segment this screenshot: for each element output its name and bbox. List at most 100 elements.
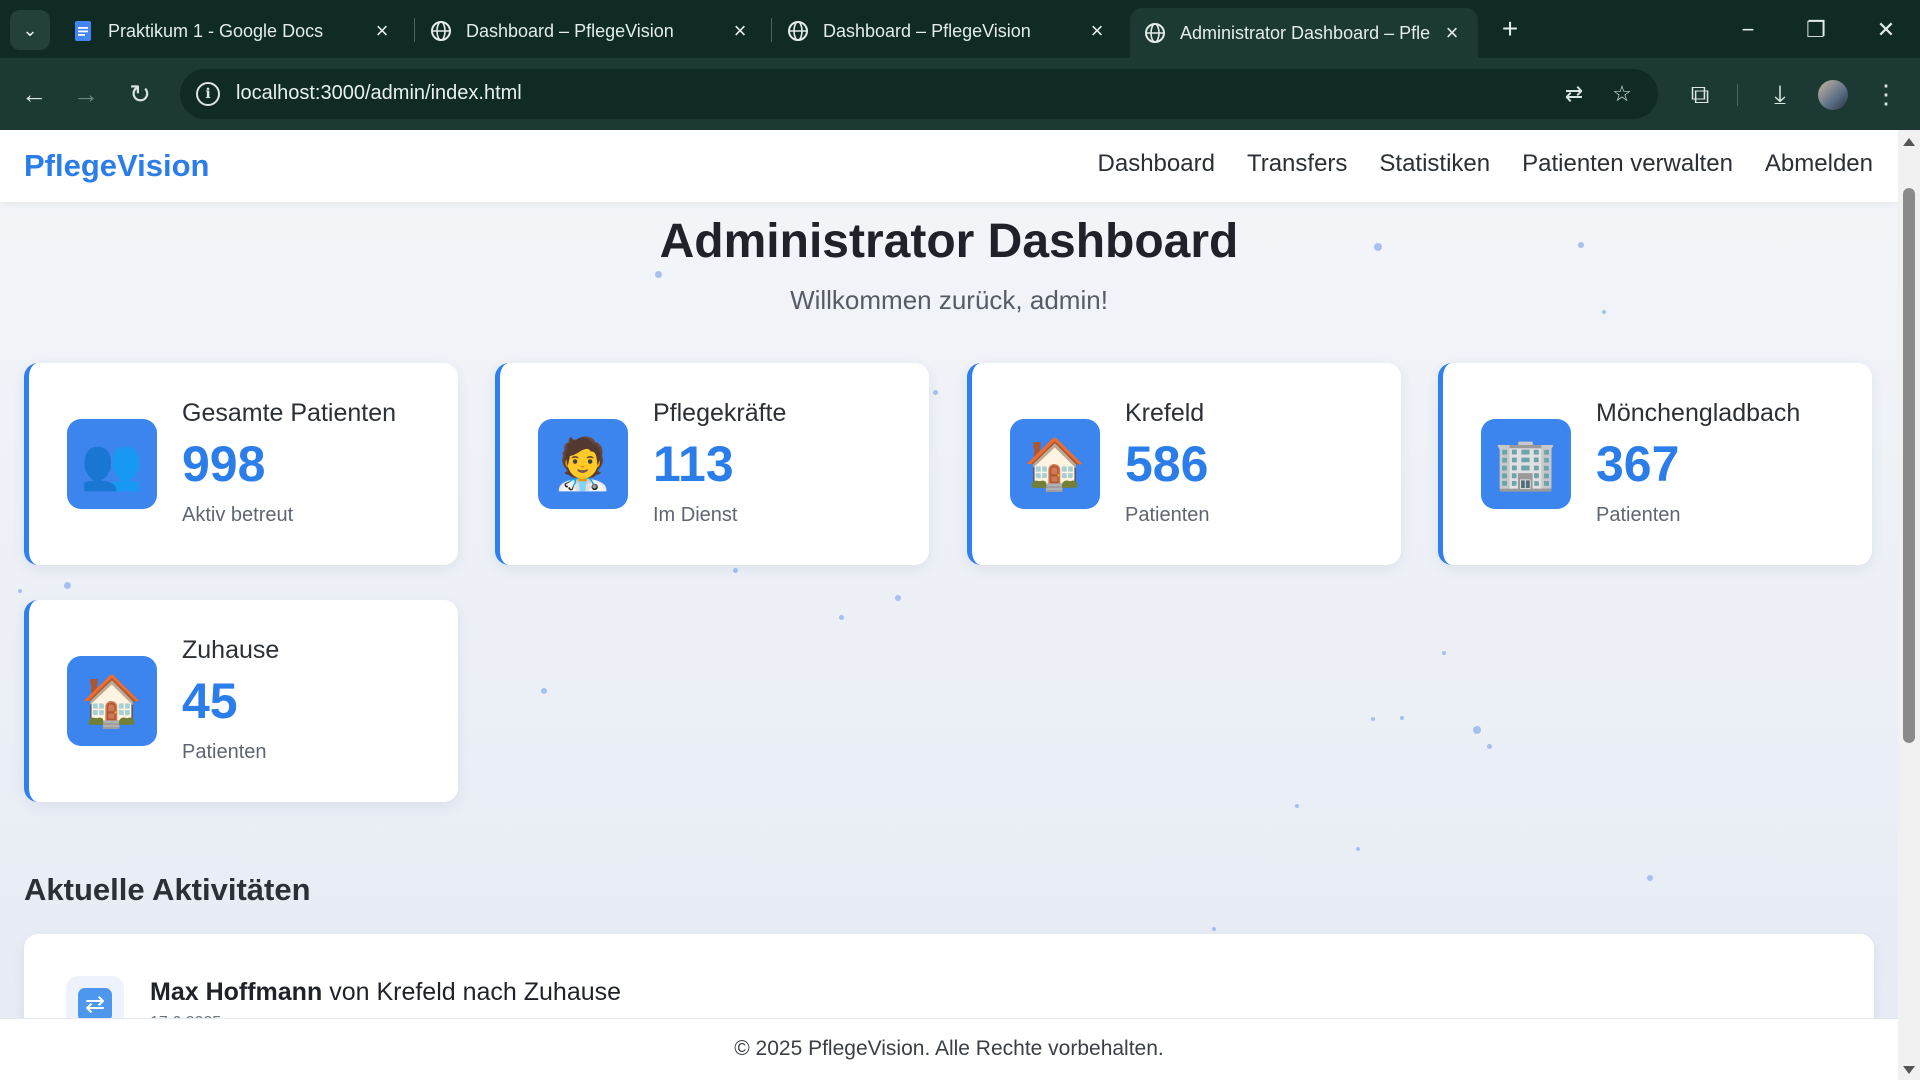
- stat-card-krefeld: 🏠 Krefeld 586 Patienten: [967, 363, 1401, 565]
- tab-divider: [414, 18, 415, 42]
- bookmark-star-icon[interactable]: ☆: [1608, 80, 1636, 108]
- site-navbar: PflegeVision Dashboard Transfers Statist…: [0, 130, 1898, 202]
- globe-icon: [788, 21, 808, 41]
- tab-search-chevron-icon[interactable]: ⌄: [10, 10, 50, 50]
- close-tab-icon[interactable]: ×: [728, 18, 752, 44]
- stat-card-pflegekraefte: 🧑‍⚕️ Pflegekräfte 113 Im Dienst: [495, 363, 929, 565]
- stat-subtext: Patienten: [182, 741, 267, 763]
- decorative-dot: [1371, 717, 1375, 721]
- scrollbar-thumb[interactable]: [1903, 188, 1915, 743]
- translate-icon[interactable]: ⇄: [1560, 80, 1588, 108]
- stat-subtext: Patienten: [1596, 504, 1681, 526]
- tab-title: Dashboard – PflegeVision: [466, 20, 674, 41]
- close-window-icon[interactable]: ✕: [1866, 12, 1906, 48]
- download-icon[interactable]: ⤓: [1762, 76, 1798, 112]
- stat-value: 586: [1125, 436, 1209, 492]
- tab-title: Dashboard – PflegeVision: [823, 20, 1031, 41]
- new-tab-plus-icon[interactable]: +: [1494, 14, 1526, 46]
- page-viewport: PflegeVision Dashboard Transfers Statist…: [0, 130, 1898, 1080]
- page-footer: © 2025 PflegeVision. Alle Rechte vorbeha…: [0, 1018, 1898, 1080]
- decorative-dot: [1295, 804, 1299, 808]
- browser-tab-dashboard-2[interactable]: Dashboard – PflegeVision ×: [773, 8, 1123, 54]
- extensions-puzzle-icon[interactable]: ⧉: [1682, 76, 1718, 112]
- browser-toolbar: ← → ↻ i localhost:3000/admin/index.html …: [0, 58, 1920, 130]
- office-building-icon: 🏢: [1481, 419, 1571, 509]
- decorative-dot: [64, 582, 71, 589]
- browser-tab-admin-dashboard[interactable]: Administrator Dashboard – Pfle ×: [1130, 8, 1478, 58]
- tab-divider: [771, 18, 772, 42]
- google-docs-icon: [75, 21, 91, 41]
- browser-tabstrip: ⌄ Praktikum 1 - Google Docs × Dashboard …: [0, 0, 1920, 58]
- more-menu-icon[interactable]: ⋮: [1868, 76, 1904, 112]
- scroll-up-arrow-icon[interactable]: [1903, 138, 1915, 146]
- activity-description: von Krefeld nach Zuhause: [329, 978, 622, 1006]
- stat-value: 998: [182, 436, 266, 492]
- decorative-dot: [933, 390, 938, 395]
- restore-icon[interactable]: ❐: [1796, 12, 1836, 48]
- nav-link-patienten-verwalten[interactable]: Patienten verwalten: [1522, 150, 1733, 178]
- minimize-icon[interactable]: −: [1728, 12, 1768, 48]
- stat-label: Zuhause: [182, 636, 280, 664]
- address-bar[interactable]: i localhost:3000/admin/index.html ⇄ ☆: [180, 69, 1658, 119]
- globe-icon: [1145, 23, 1165, 43]
- decorative-dot: [1442, 651, 1446, 655]
- address-url[interactable]: localhost:3000/admin/index.html: [236, 82, 522, 105]
- decorative-dot: [1356, 847, 1360, 851]
- nav-links: Dashboard Transfers Statistiken Patiente…: [1098, 150, 1873, 178]
- stat-label: Mönchengladbach: [1596, 399, 1801, 427]
- close-tab-icon[interactable]: ×: [370, 18, 394, 44]
- transfer-arrows-icon: ⇄: [78, 988, 112, 1022]
- page-scrollbar[interactable]: [1898, 130, 1920, 1080]
- stat-card-gesamte-patienten: 👥 Gesamte Patienten 998 Aktiv betreut: [24, 363, 458, 565]
- decorative-dot: [1473, 726, 1481, 734]
- stat-label: Krefeld: [1125, 399, 1205, 427]
- house-icon: 🏠: [1010, 419, 1100, 509]
- decorative-dot: [1400, 716, 1404, 720]
- health-worker-icon: 🧑‍⚕️: [538, 419, 628, 509]
- decorative-dot: [1212, 927, 1216, 931]
- decorative-dot: [1487, 744, 1492, 749]
- reload-icon[interactable]: ↻: [122, 76, 158, 112]
- stat-card-zuhause: 🏠 Zuhause 45 Patienten: [24, 600, 458, 802]
- scroll-down-arrow-icon[interactable]: [1903, 1066, 1915, 1074]
- stat-value: 367: [1596, 436, 1680, 492]
- activity-patient-name: Max Hoffmann: [150, 978, 323, 1006]
- section-title-activities: Aktuelle Aktivitäten: [24, 872, 311, 907]
- site-info-icon[interactable]: i: [196, 82, 220, 106]
- page-subtitle: Willkommen zurück, admin!: [790, 285, 1108, 315]
- browser-tab-google-docs[interactable]: Praktikum 1 - Google Docs ×: [58, 8, 408, 54]
- tab-title: Praktikum 1 - Google Docs: [108, 20, 324, 41]
- people-icon: 👥: [67, 419, 157, 509]
- stat-label: Pflegekräfte: [653, 399, 787, 427]
- nav-link-statistiken[interactable]: Statistiken: [1379, 150, 1490, 178]
- page-title: Administrator Dashboard: [659, 215, 1239, 268]
- nav-link-transfers[interactable]: Transfers: [1247, 150, 1347, 178]
- tab-title: Administrator Dashboard – Pfle: [1180, 22, 1430, 43]
- stat-value: 113: [653, 436, 734, 492]
- browser-tab-dashboard[interactable]: Dashboard – PflegeVision ×: [416, 8, 766, 54]
- activity-item[interactable]: Max Hoffmann von Krefeld nach Zuhause: [150, 978, 621, 1007]
- stat-value: 45: [182, 673, 238, 729]
- close-tab-icon[interactable]: ×: [1085, 18, 1109, 44]
- decorative-dot: [839, 615, 844, 620]
- nav-link-dashboard[interactable]: Dashboard: [1098, 150, 1215, 178]
- stat-subtext: Aktiv betreut: [182, 504, 294, 526]
- brand-logo[interactable]: PflegeVision: [24, 148, 210, 184]
- forward-arrow-icon[interactable]: →: [68, 76, 104, 112]
- close-tab-icon[interactable]: ×: [1440, 20, 1464, 46]
- decorative-dot: [733, 568, 738, 573]
- decorative-dot: [655, 271, 662, 278]
- decorative-dot: [541, 688, 547, 694]
- nav-link-abmelden[interactable]: Abmelden: [1765, 150, 1873, 178]
- toolbar-divider: [1737, 84, 1738, 106]
- decorative-dot: [895, 595, 901, 601]
- decorative-dot: [1647, 875, 1653, 881]
- globe-icon: [431, 21, 451, 41]
- back-arrow-icon[interactable]: ←: [16, 76, 52, 112]
- decorative-dot: [18, 589, 22, 593]
- stat-subtext: Im Dienst: [653, 504, 738, 526]
- stat-label: Gesamte Patienten: [182, 399, 397, 427]
- profile-avatar[interactable]: [1818, 80, 1848, 110]
- house-icon: 🏠: [67, 656, 157, 746]
- stat-subtext: Patienten: [1125, 504, 1210, 526]
